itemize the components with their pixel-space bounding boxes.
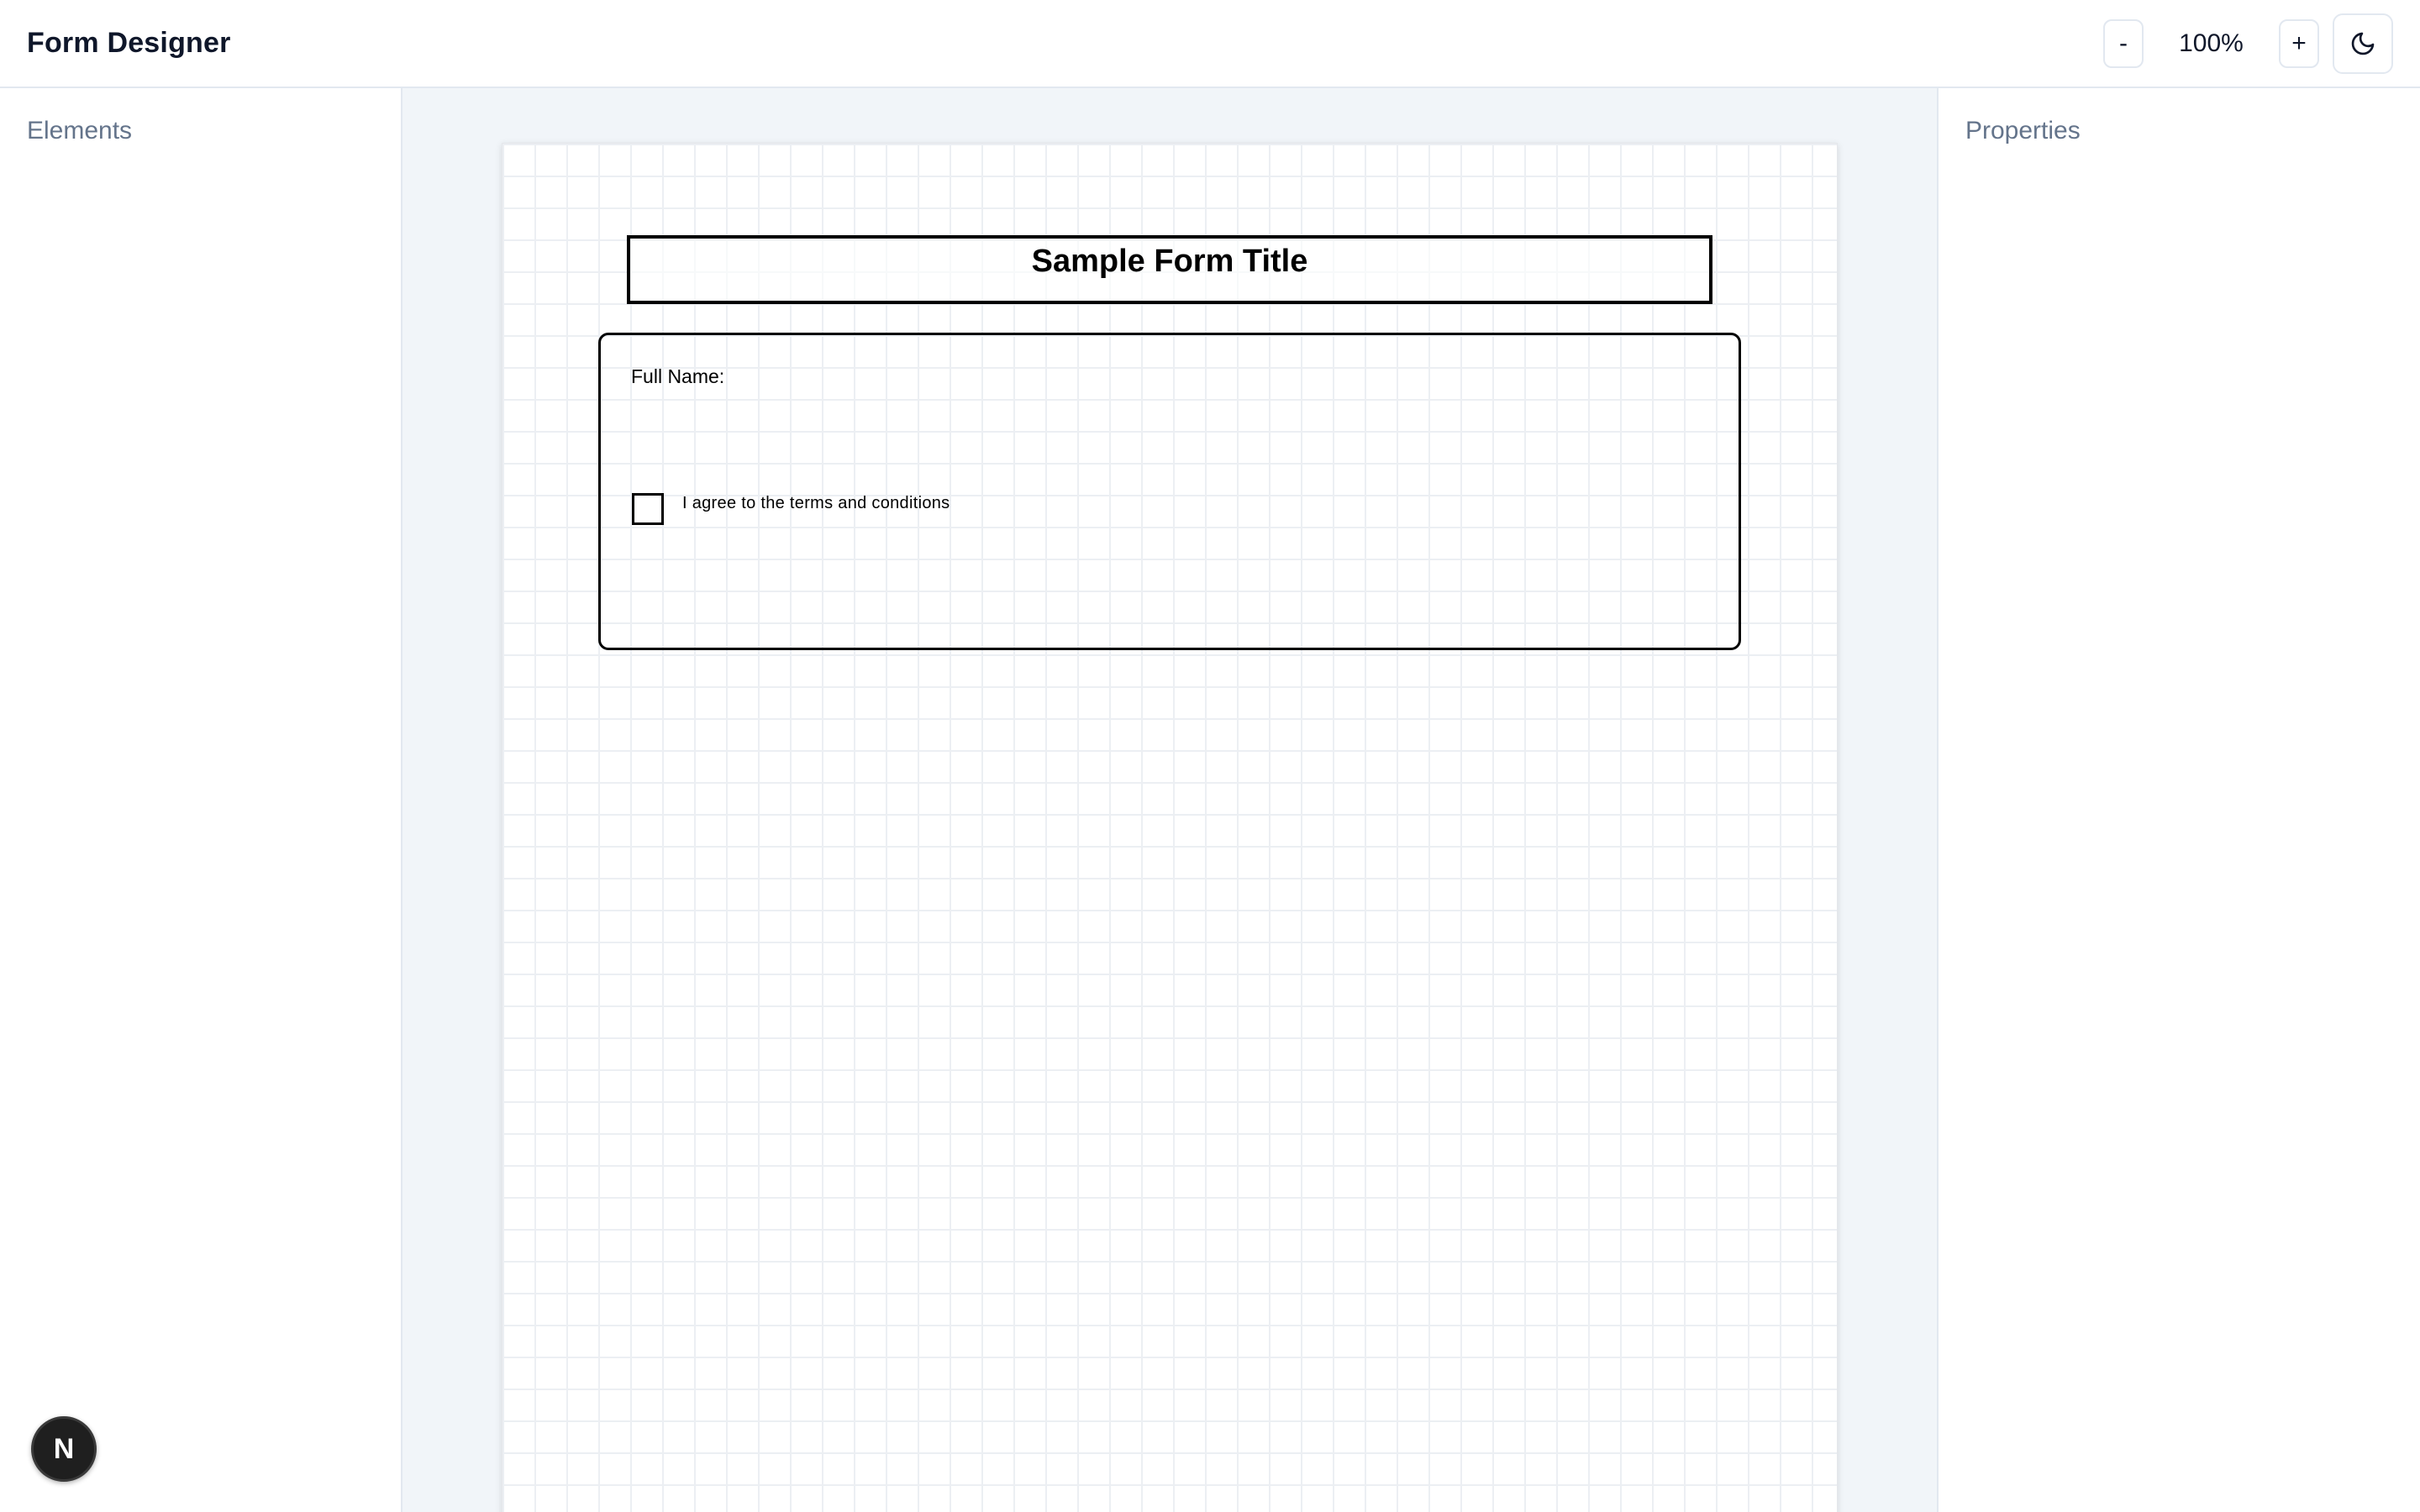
- nextjs-logo-icon[interactable]: N: [31, 1416, 97, 1482]
- form-group-element[interactable]: Full Name: I agree to the terms and cond…: [598, 333, 1741, 650]
- terms-checkbox-label: I agree to the terms and conditions: [682, 494, 950, 512]
- form-designer-app: Form Designer - 100% + Elements Sample F…: [0, 0, 2420, 1512]
- theme-toggle-button[interactable]: [2333, 13, 2393, 74]
- zoom-level: 100%: [2179, 29, 2244, 57]
- elements-panel: Elements: [0, 88, 402, 1512]
- form-title-element[interactable]: Sample Form Title: [627, 235, 1712, 304]
- zoom-controls: - 100% +: [2103, 13, 2393, 74]
- properties-panel: Properties: [1937, 88, 2420, 1512]
- full-name-label: Full Name:: [631, 365, 725, 387]
- form-title-text: Sample Form Title: [1031, 244, 1308, 279]
- terms-checkbox[interactable]: [632, 493, 664, 525]
- canvas-area[interactable]: Sample Form Title Full Name: I agree to …: [402, 88, 1937, 1512]
- badge-letter: N: [53, 1432, 75, 1465]
- properties-heading: Properties: [1965, 117, 2081, 144]
- app-title: Form Designer: [27, 27, 231, 59]
- zoom-out-button[interactable]: -: [2103, 18, 2144, 68]
- elements-heading: Elements: [27, 117, 133, 144]
- top-bar: Form Designer - 100% +: [0, 0, 2420, 88]
- zoom-in-button[interactable]: +: [2279, 18, 2319, 68]
- moon-icon: [2351, 32, 2375, 55]
- form-page[interactable]: Sample Form Title Full Name: I agree to …: [502, 143, 1838, 1512]
